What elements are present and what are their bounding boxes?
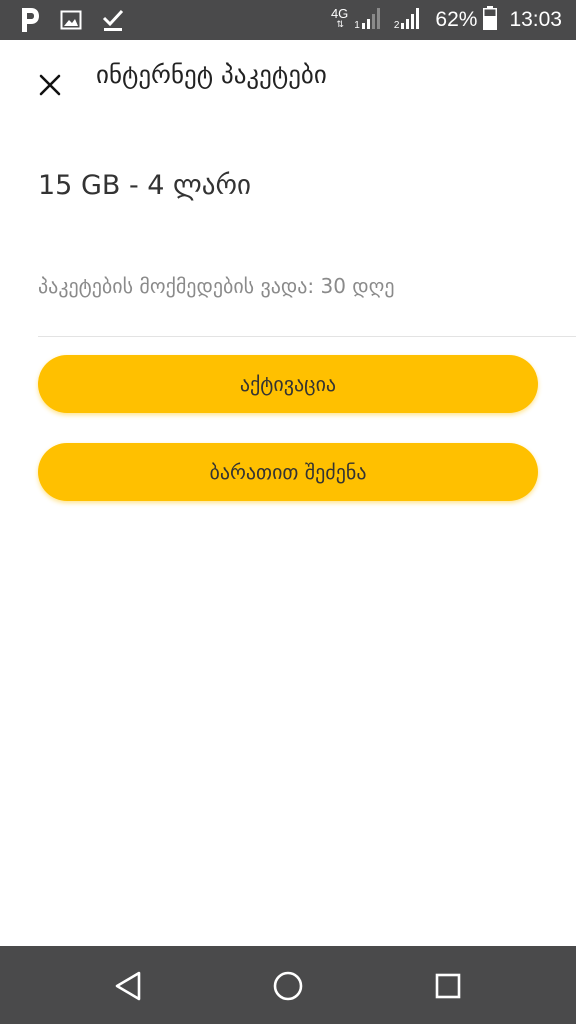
buy-with-card-button[interactable]: ბარათით შეძენა: [38, 443, 538, 501]
battery-icon: [483, 6, 498, 34]
download-done-icon: [102, 8, 124, 36]
nav-home-button[interactable]: [266, 964, 310, 1008]
battery-percent: 62%: [435, 8, 478, 31]
navigation-bar: [0, 946, 576, 1024]
status-bar: 4G ⇅ 1 2 62% 13:03: [0, 0, 576, 40]
divider: [38, 336, 576, 337]
data-arrows-icon: ⇅: [336, 19, 344, 29]
clock: 13:03: [509, 8, 562, 31]
nav-recent-apps-button[interactable]: [426, 964, 470, 1008]
buy-with-card-button-label: ბარათით შეძენა: [209, 460, 367, 484]
sim2-label: 2: [393, 20, 400, 31]
package-name: 15 GB - 4 ლარი: [38, 170, 251, 201]
home-circle-icon: [273, 971, 303, 1001]
status-bar-notifications: [18, 7, 124, 37]
screen: 4G ⇅ 1 2 62% 13:03 ინტერნეტ პაკეტები 15 …: [0, 0, 576, 1024]
status-bar-system: 4G ⇅ 1 2 62% 13:03: [331, 0, 562, 40]
sim1-signal-icon: [361, 7, 382, 33]
close-icon: [39, 74, 61, 96]
sim1-label: 1: [354, 20, 360, 31]
recent-apps-square-icon: [435, 973, 461, 999]
sim2-signal-icon: [401, 7, 421, 33]
package-validity: პაკეტების მოქმედების ვადა: 30 დღე: [38, 274, 395, 298]
image-icon: [60, 9, 82, 35]
network-type: 4G ⇅: [331, 7, 348, 29]
p-app-icon: [18, 7, 40, 37]
page-title: ინტერნეტ პაკეტები: [96, 60, 327, 89]
close-button[interactable]: [34, 69, 66, 101]
activate-button-label: აქტივაცია: [239, 372, 337, 396]
back-triangle-icon: [115, 971, 141, 1001]
activate-button[interactable]: აქტივაცია: [38, 355, 538, 413]
nav-back-button[interactable]: [106, 964, 150, 1008]
